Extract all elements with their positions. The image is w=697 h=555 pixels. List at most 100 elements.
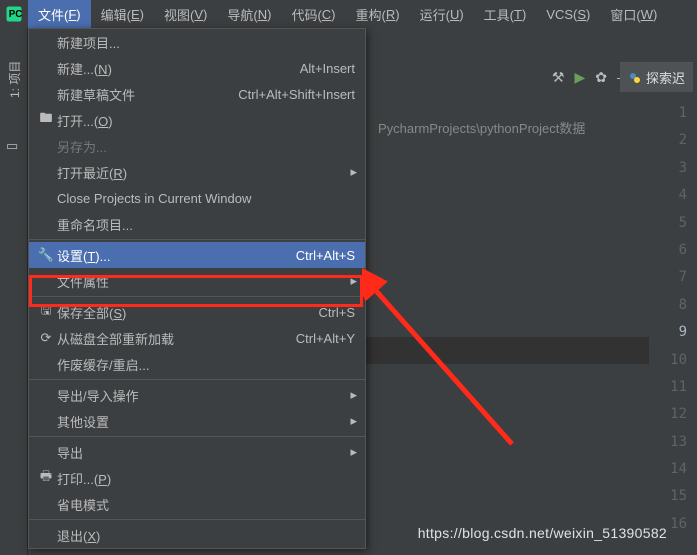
line-number: 10 [649,347,693,374]
menu-编辑[interactable]: 编辑(E) [91,0,154,28]
menu-item-设置[interactable]: 🔧设置(T)...Ctrl+Alt+S [29,242,365,268]
file-menu-dropdown: 新建项目...新建...(N)Alt+Insert新建草稿文件Ctrl+Alt+… [28,28,366,549]
menu-item-新建草稿文件[interactable]: 新建草稿文件Ctrl+Alt+Shift+Insert [29,81,365,107]
annotation-arrow [362,264,552,484]
line-number: 9 [649,319,693,346]
line-number: 7 [649,264,693,291]
menu-item-新建...[interactable]: 新建...(N)Alt+Insert [29,55,365,81]
menu-item-label: 省电模式 [57,495,359,514]
menu-item-打开...[interactable]: 🖿打开...(O) [29,107,365,133]
left-tool-strip: 1: 项目 ▭ [0,28,28,555]
menu-item-shortcut: Ctrl+Alt+Shift+Insert [238,87,359,102]
menu-item-label: 新建项目... [57,33,359,52]
menu-bar: PC 文件(F)编辑(E)视图(V)导航(N)代码(C)重构(R)运行(U)工具… [0,0,697,28]
menu-item-shortcut: Alt+Insert [300,61,359,76]
print-icon: 🖶 [35,467,57,489]
line-number: 14 [649,456,693,483]
menu: 文件(F)编辑(E)视图(V)导航(N)代码(C)重构(R)运行(U)工具(T)… [28,0,667,28]
menu-代码[interactable]: 代码(C) [281,0,345,28]
menu-窗口[interactable]: 窗口(W) [600,0,667,28]
menu-item-label: 打开...(O) [57,111,359,130]
line-number: 4 [649,182,693,209]
line-number: 6 [649,237,693,264]
menu-item-label: 保存全部(S) [57,303,319,322]
run-icon[interactable]: ▶ [574,69,585,86]
menu-item-保存全部[interactable]: 🖫保存全部(S)Ctrl+S [29,299,365,325]
editor-file-tab[interactable]: 探索迟 [620,62,693,92]
submenu-arrow-icon: ▸ [350,387,357,403]
python-icon [628,71,642,85]
menu-item-label: 导出/导入操作 [57,386,359,405]
menu-item-label: 打开最近(R) [57,163,359,182]
menu-item-重命名项目...[interactable]: 重命名项目... [29,211,365,237]
line-number: 2 [649,127,693,154]
menu-item-Close Projects in Current Window[interactable]: Close Projects in Current Window [29,185,365,211]
line-number: 3 [649,155,693,182]
menu-item-新建项目...[interactable]: 新建项目... [29,29,365,55]
menu-工具[interactable]: 工具(T) [474,0,537,28]
gear-icon[interactable]: ✿ [595,69,607,86]
menu-item-作废缓存/重启...[interactable]: 作废缓存/重启... [29,351,365,377]
menu-item-从磁盘全部重新加载[interactable]: ⟳从磁盘全部重新加载Ctrl+Alt+Y [29,325,365,351]
submenu-arrow-icon: ▸ [350,444,357,460]
menu-item-label: 打印...(P) [57,469,359,488]
wrench-icon: 🔧 [35,247,57,263]
file-tab-label: 探索迟 [646,68,685,87]
menu-item-label: 退出(X) [57,526,359,545]
menu-运行[interactable]: 运行(U) [410,0,474,28]
reload-icon: ⟳ [35,330,57,346]
line-number: 15 [649,483,693,510]
line-number: 1 [649,100,693,127]
menu-item-导出/导入操作[interactable]: 导出/导入操作▸ [29,382,365,408]
line-number: 5 [649,210,693,237]
menu-item-label: 另存为... [57,137,359,156]
line-number: 8 [649,292,693,319]
menu-item-文件属性[interactable]: 文件属性▸ [29,268,365,294]
menu-separator [29,379,365,380]
menu-文件[interactable]: 文件(F) [28,0,91,28]
line-number: 13 [649,429,693,456]
watermark-text: https://blog.csdn.net/weixin_51390582 [418,525,667,541]
menu-item-shortcut: Ctrl+Alt+S [296,248,359,263]
line-number: 11 [649,374,693,401]
menu-item-打印...[interactable]: 🖶打印...(P) [29,465,365,491]
save-icon: 🖫 [35,301,57,323]
menu-重构[interactable]: 重构(R) [346,0,410,28]
menu-视图[interactable]: 视图(V) [154,0,217,28]
menu-item-label: 作废缓存/重启... [57,355,359,374]
editor-gutter: 12345678910111213141516 [649,100,693,538]
folder-icon: 🖿 [35,109,57,131]
app-icon: PC [0,5,28,23]
menu-导航[interactable]: 导航(N) [217,0,281,28]
menu-item-label: 新建...(N) [57,59,300,78]
submenu-arrow-icon: ▸ [350,164,357,180]
menu-item-label: 文件属性 [57,272,359,291]
menu-item-省电模式[interactable]: 省电模式 [29,491,365,517]
menu-separator [29,519,365,520]
menu-item-导出[interactable]: 导出▸ [29,439,365,465]
menu-item-label: 从磁盘全部重新加载 [57,329,296,348]
menu-item-shortcut: Ctrl+Alt+Y [296,331,359,346]
menu-item-label: 重命名项目... [57,215,359,234]
menu-item-其他设置[interactable]: 其他设置▸ [29,408,365,434]
svg-text:PC: PC [9,9,23,20]
menu-separator [29,436,365,437]
menu-item-label: 设置(T)... [57,246,296,265]
submenu-arrow-icon: ▸ [350,413,357,429]
menu-item-label: 其他设置 [57,412,359,431]
file-path-fragment: PycharmProjects\pythonProject数据 [378,118,585,137]
line-number: 12 [649,401,693,428]
project-tool-label[interactable]: 1: 项目 [6,61,23,98]
menu-item-label: 导出 [57,443,359,462]
menu-separator [29,239,365,240]
menu-item-label: Close Projects in Current Window [57,191,359,206]
menu-item-shortcut: Ctrl+S [319,305,359,320]
menu-item-打开最近[interactable]: 打开最近(R)▸ [29,159,365,185]
menu-VCS[interactable]: VCS(S) [536,0,600,28]
build-icon[interactable]: ⚒ [552,69,565,86]
menu-item-退出[interactable]: 退出(X) [29,522,365,548]
editor-toolbar: ⚒ ▶ ✿ — [380,62,637,92]
structure-icon[interactable]: ▭ [6,138,18,154]
menu-item-另存为...: 另存为... [29,133,365,159]
submenu-arrow-icon: ▸ [350,273,357,289]
